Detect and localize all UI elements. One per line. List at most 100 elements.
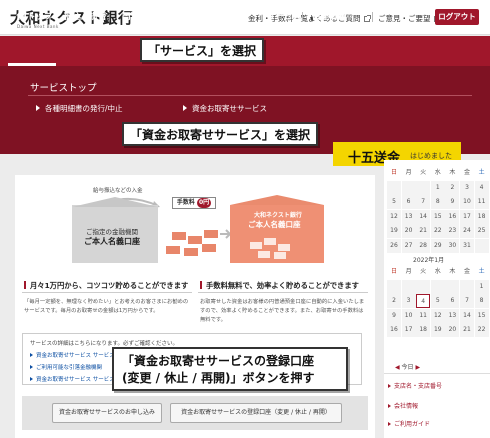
instruction-callout-3: 「資金お取寄せサービスの登録口座 (変更 / 休止 / 再開)」ボタンを押す <box>112 347 348 391</box>
calendar-day[interactable]: 18 <box>416 323 431 338</box>
calendar-day[interactable]: 17 <box>460 209 474 224</box>
nav-item-account-info[interactable]: 口座情報 <box>312 10 346 22</box>
calendar-day[interactable]: 7 <box>416 195 431 210</box>
calendar-day[interactable]: 17 <box>401 323 416 338</box>
calendar-day[interactable]: 16 <box>387 323 401 338</box>
coins-icon <box>166 229 232 256</box>
nav-item-top[interactable]: トップ <box>16 10 53 22</box>
heading-marker-icon <box>24 281 26 289</box>
calendar-day[interactable]: 15 <box>474 308 489 323</box>
calendar-day[interactable]: 27 <box>401 239 416 253</box>
calendar-day[interactable]: 4 <box>416 294 431 309</box>
calendar-day[interactable]: 23 <box>445 224 460 239</box>
divider <box>384 373 490 374</box>
calendar-day[interactable]: 2 <box>387 294 401 309</box>
sidebar-link-guide[interactable]: ご利用ガイド <box>388 419 430 428</box>
calendar-weekday: 水 <box>430 166 445 180</box>
calendar-day[interactable]: 13 <box>445 308 460 323</box>
apply-service-button[interactable]: 資金お取寄せサービスのお申し込み <box>52 403 162 423</box>
calendar-day[interactable]: 31 <box>460 239 474 253</box>
arrow-bullet-icon <box>183 105 187 111</box>
left-box-label-2: ご本人名義口座 <box>84 237 140 246</box>
calendar-day[interactable]: 3 <box>460 180 474 195</box>
calendar-day[interactable]: 25 <box>474 224 489 239</box>
calendar-day[interactable]: 12 <box>387 209 401 224</box>
calendar-day[interactable]: 19 <box>387 224 401 239</box>
calendar-day[interactable] <box>387 279 401 294</box>
divider <box>198 292 368 293</box>
divider <box>28 95 472 96</box>
calendar-day[interactable]: 11 <box>416 308 431 323</box>
section-text-left: 「毎月一定額を、無理なく貯めたい」とお考えのお客さまにお勧めのサービスです。毎月… <box>24 299 189 314</box>
arrow-bullet-icon <box>388 404 391 408</box>
info-link-banks[interactable]: ご利用可能な引落金融機関 <box>30 363 102 371</box>
mega-menu-title[interactable]: サービストップ <box>30 80 97 94</box>
calendar-day[interactable] <box>401 180 416 195</box>
calendar-day[interactable] <box>445 279 460 294</box>
calendar-day[interactable]: 8 <box>474 294 489 309</box>
calendar-day[interactable]: 14 <box>460 308 474 323</box>
calendar-day[interactable]: 12 <box>430 308 445 323</box>
calendar-day[interactable]: 1 <box>430 180 445 195</box>
calendar-day[interactable] <box>416 279 431 294</box>
calendar-day[interactable]: 4 <box>474 180 489 195</box>
calendar-day[interactable] <box>474 239 489 253</box>
calendar-day[interactable]: 26 <box>387 239 401 253</box>
change-registered-account-button[interactable]: 資金お取寄せサービスの登録口座（変更 / 休止 / 再開） <box>170 403 342 423</box>
arrow-bullet-icon <box>36 105 40 111</box>
header-link-feedback[interactable]: ご意見・ご要望 <box>378 13 441 24</box>
calendar-day[interactable]: 28 <box>416 239 431 253</box>
logout-button[interactable]: ログアウト <box>435 9 479 25</box>
calendar-day[interactable]: 5 <box>387 195 401 210</box>
calendar-day[interactable] <box>430 279 445 294</box>
calendar-day[interactable]: 22 <box>474 323 489 338</box>
sidebar-link-branch[interactable]: 支店名・支店番号 <box>388 381 442 390</box>
calendar-day[interactable]: 20 <box>445 323 460 338</box>
calendar-day[interactable] <box>387 180 401 195</box>
calendar-day[interactable]: 6 <box>401 195 416 210</box>
calendar-day[interactable]: 22 <box>430 224 445 239</box>
calendar-day[interactable]: 6 <box>445 294 460 309</box>
calendar-day[interactable]: 9 <box>387 308 401 323</box>
calendar-day[interactable]: 15 <box>430 209 445 224</box>
nav-item-yen-deposit[interactable]: 円預金 <box>122 10 148 22</box>
info-link-service-2[interactable]: 資金お取寄せサービス サービス <box>30 375 115 383</box>
instruction-callout-2: 「資金お取寄せサービス」を選択 <box>122 122 319 146</box>
calendar-day[interactable]: 10 <box>460 195 474 210</box>
calendar-day[interactable]: 7 <box>460 294 474 309</box>
calendar-day[interactable]: 16 <box>445 209 460 224</box>
calendar-day[interactable]: 11 <box>474 195 489 210</box>
calendar-day[interactable]: 30 <box>445 239 460 253</box>
sidebar-link-company[interactable]: 会社情報 <box>388 401 418 410</box>
calendar-day[interactable]: 14 <box>416 209 431 224</box>
calendar-day[interactable]: 8 <box>430 195 445 210</box>
calendar-nav[interactable]: ◀ 今日 ▶ <box>395 362 420 371</box>
external-link-icon <box>363 15 371 22</box>
calendar-day[interactable] <box>401 279 416 294</box>
calendar-day[interactable]: 13 <box>401 209 416 224</box>
calendar-day[interactable]: 3 <box>401 294 416 309</box>
mega-item-fund-transfer-service[interactable]: 資金お取寄せサービス <box>183 103 267 114</box>
nav-item-service[interactable]: サービス <box>267 10 301 22</box>
mega-item-statements[interactable]: 各種明細書の発行/中止 <box>36 103 123 114</box>
calendar-weekday: 土 <box>474 265 489 279</box>
calendar-day[interactable]: 24 <box>460 224 474 239</box>
calendar-day[interactable]: 1 <box>474 279 489 294</box>
calendar-day[interactable]: 5 <box>430 294 445 309</box>
calendar-day[interactable]: 10 <box>401 308 416 323</box>
calendar-day[interactable]: 20 <box>401 224 416 239</box>
calendar-day[interactable]: 21 <box>460 323 474 338</box>
calendar-day[interactable] <box>416 180 431 195</box>
calendar-weekday: 木 <box>445 166 460 180</box>
calendar-day[interactable] <box>460 279 474 294</box>
nav-item-transfer[interactable]: 振込／振替 <box>64 10 107 22</box>
calendar-day[interactable]: 21 <box>416 224 431 239</box>
calendar-day[interactable]: 29 <box>430 239 445 253</box>
building-roof-icon <box>230 195 324 205</box>
calendar-day[interactable]: 19 <box>430 323 445 338</box>
info-link-service[interactable]: 資金お取寄せサービス サービス <box>30 351 115 359</box>
calendar-day[interactable]: 9 <box>445 195 460 210</box>
calendar-day[interactable]: 2 <box>445 180 460 195</box>
calendar-day[interactable]: 18 <box>474 209 489 224</box>
calendar-weekday: 金 <box>460 166 474 180</box>
